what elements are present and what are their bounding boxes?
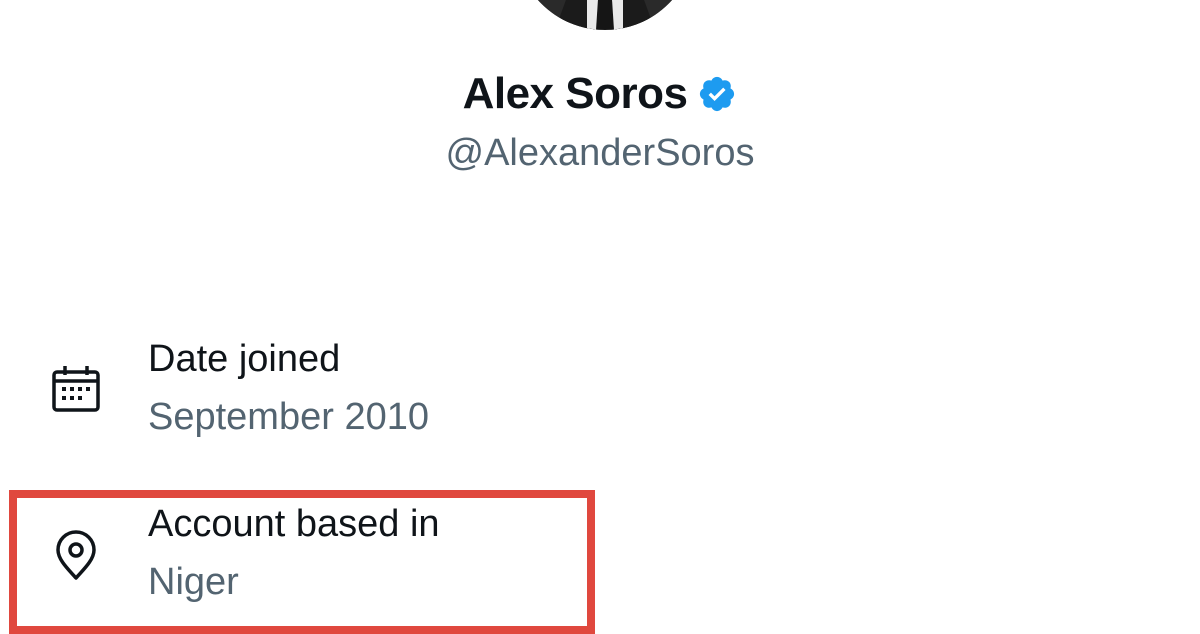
date-joined-label: Date joined [148, 338, 341, 380]
account-based-in-row: Account based in Niger [0, 500, 1200, 630]
location-pin-icon [48, 526, 104, 582]
date-joined-value: September 2010 [148, 396, 429, 438]
profile-header: Alex Soros [0, 66, 1200, 122]
profile-handle: @AlexanderSoros [445, 132, 755, 174]
avatar[interactable] [515, 0, 695, 30]
calendar-icon [48, 361, 104, 417]
account-based-in-label: Account based in [148, 503, 440, 545]
account-based-in-value: Niger [148, 561, 239, 603]
display-name: Alex Soros [462, 69, 688, 118]
date-joined-row: Date joined September 2010 [0, 335, 1200, 455]
verified-badge-icon[interactable] [697, 74, 737, 114]
